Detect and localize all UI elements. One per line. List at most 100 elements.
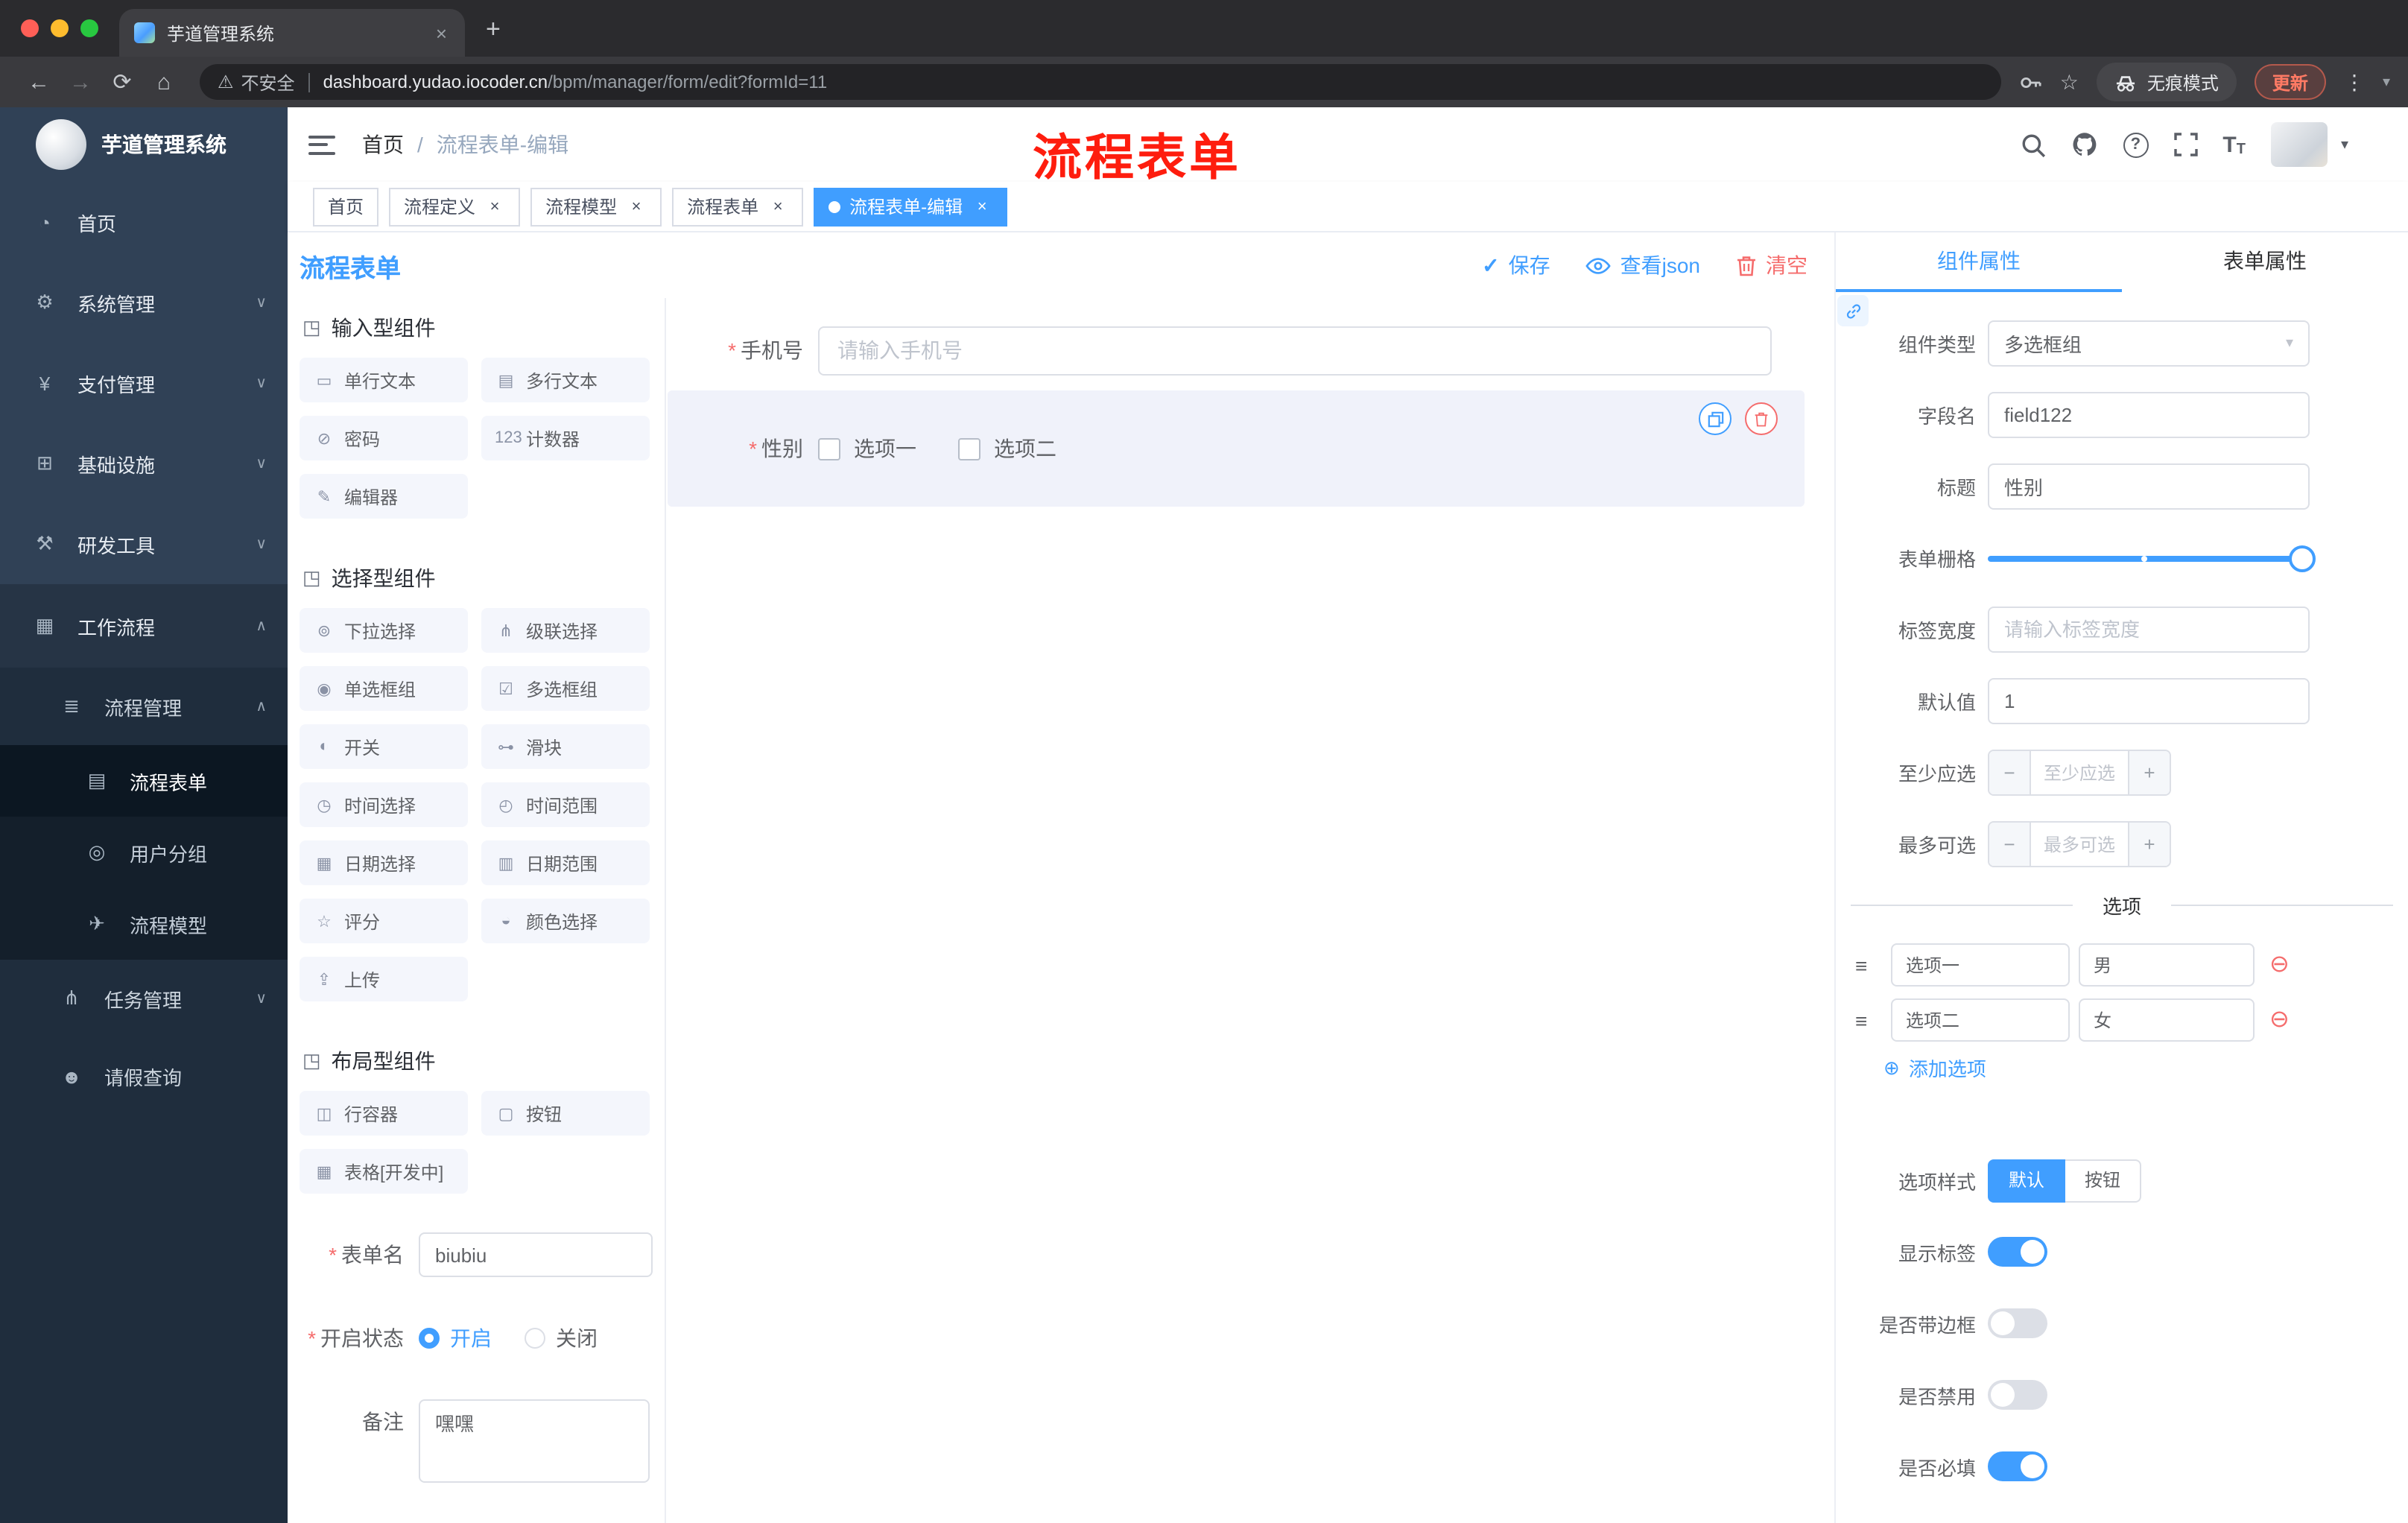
add-option-button[interactable]: ⊕ 添加选项 xyxy=(1883,1054,2408,1082)
sidebar-item-workflow[interactable]: ▦ 工作流程 ∧ xyxy=(0,584,288,668)
disabled-toggle[interactable] xyxy=(1988,1380,2047,1410)
app-logo-row[interactable]: 芋道管理系统 xyxy=(0,107,288,182)
delete-widget-button[interactable] xyxy=(1745,402,1778,435)
stepper-value[interactable]: 最多可选 xyxy=(2031,822,2128,865)
tag-process-model[interactable]: 流程模型 × xyxy=(530,187,662,226)
avatar-caret-icon[interactable]: ▾ xyxy=(2341,136,2348,153)
help-icon[interactable]: ? xyxy=(2123,132,2149,157)
phone-input[interactable] xyxy=(818,326,1772,375)
sidebar-item-devtools[interactable]: ⚒ 研发工具 ∨ xyxy=(0,504,288,584)
chip-color-picker[interactable]: ◒ 颜色选择 xyxy=(481,899,650,943)
tag-home[interactable]: 首页 xyxy=(313,187,379,226)
decrease-button[interactable]: − xyxy=(1989,750,2031,794)
option1-checkbox[interactable] xyxy=(818,437,840,460)
chip-cascader[interactable]: ⋔ 级联选择 xyxy=(481,608,650,653)
title-input[interactable] xyxy=(1988,463,2310,509)
remove-option-icon[interactable]: ⊖ xyxy=(2269,952,2290,977)
drag-handle-icon[interactable]: ≡ xyxy=(1855,953,1879,977)
option1-value-input[interactable] xyxy=(2079,943,2255,987)
address-bar[interactable]: ⚠ 不安全 dashboard.yudao.iocoder.cn/bpm/man… xyxy=(200,64,2002,100)
sidebar-item-infra[interactable]: ⊞ 基础设施 ∨ xyxy=(0,423,288,504)
avatar[interactable] xyxy=(2270,122,2328,167)
breadcrumb-home[interactable]: 首页 xyxy=(362,130,404,159)
stepper-value[interactable]: 至少应选 xyxy=(2031,750,2128,794)
increase-button[interactable]: + xyxy=(2128,750,2170,794)
chip-editor[interactable]: ✎ 编辑器 xyxy=(300,474,468,519)
back-icon[interactable]: ← xyxy=(18,69,60,95)
sidebar-item-process-form[interactable]: ▤ 流程表单 xyxy=(0,745,288,817)
security-warning[interactable]: ⚠ 不安全 xyxy=(218,69,295,95)
tag-process-form[interactable]: 流程表单 × xyxy=(672,187,804,226)
browser-tab[interactable]: 芋道管理系统 × xyxy=(119,9,465,57)
sidebar-item-process-mgmt[interactable]: ≣ 流程管理 ∧ xyxy=(0,668,288,745)
tab-component-props[interactable]: 组件属性 xyxy=(1836,232,2122,292)
tag-process-definition[interactable]: 流程定义 × xyxy=(389,187,521,226)
option1-label-input[interactable] xyxy=(1891,943,2070,987)
chip-password[interactable]: ⊘ 密码 xyxy=(300,416,468,460)
close-icon[interactable]: × xyxy=(626,197,647,215)
option2-checkbox[interactable] xyxy=(958,437,980,460)
increase-button[interactable]: + xyxy=(2128,822,2170,865)
browser-home-icon[interactable]: ⌂ xyxy=(143,69,185,95)
close-icon[interactable]: × xyxy=(484,197,505,215)
style-default-button[interactable]: 默认 xyxy=(1988,1159,2066,1202)
option2-label-input[interactable] xyxy=(1891,998,2070,1042)
chip-button[interactable]: ▢ 按钮 xyxy=(481,1091,650,1136)
show-label-toggle[interactable] xyxy=(1988,1237,2047,1267)
chip-row-container[interactable]: ◫ 行容器 xyxy=(300,1091,468,1136)
tab-form-props[interactable]: 表单属性 xyxy=(2122,232,2408,292)
drag-handle-icon[interactable]: ≡ xyxy=(1855,1008,1879,1032)
form-remark-textarea[interactable]: 嘿嘿 xyxy=(419,1399,650,1483)
style-button-button[interactable]: 按钮 xyxy=(2065,1159,2142,1202)
field-name-input[interactable] xyxy=(1988,391,2310,437)
sidebar-item-process-model[interactable]: ✈ 流程模型 xyxy=(0,888,288,960)
new-tab-button[interactable]: + xyxy=(486,15,501,45)
chip-checkbox-group[interactable]: ☑ 多选框组 xyxy=(481,666,650,711)
option2-value-input[interactable] xyxy=(2079,998,2255,1042)
chip-date-picker[interactable]: ▦ 日期选择 xyxy=(300,840,468,885)
close-icon[interactable]: × xyxy=(767,197,788,215)
chip-time-range[interactable]: ◴ 时间范围 xyxy=(481,782,650,827)
update-button[interactable]: 更新 xyxy=(2254,64,2326,100)
status-on-radio[interactable]: 开启 xyxy=(419,1323,492,1353)
sidebar-item-system[interactable]: ⚙ 系统管理 ∨ xyxy=(0,262,288,343)
view-json-button[interactable]: 查看json xyxy=(1585,250,1700,280)
chip-upload[interactable]: ⇪ 上传 xyxy=(300,957,468,1001)
sidebar-item-payment[interactable]: ¥ 支付管理 ∨ xyxy=(0,343,288,423)
component-type-select[interactable]: 多选框组 ▾ xyxy=(1988,320,2310,366)
hamburger-icon[interactable] xyxy=(308,135,335,154)
copy-widget-button[interactable] xyxy=(1699,402,1731,435)
password-key-icon[interactable] xyxy=(2020,71,2042,93)
fullscreen-icon[interactable] xyxy=(2173,133,2198,156)
browser-menu-icon[interactable]: ⋮ xyxy=(2344,69,2365,95)
slider-handle[interactable] xyxy=(2289,545,2316,572)
label-width-input[interactable] xyxy=(1988,606,2310,652)
required-toggle[interactable] xyxy=(1988,1451,2047,1481)
default-value-input[interactable] xyxy=(1988,677,2310,723)
chip-date-range[interactable]: ▥ 日期范围 xyxy=(481,840,650,885)
border-toggle[interactable] xyxy=(1988,1308,2047,1338)
tab-close-icon[interactable]: × xyxy=(433,22,450,44)
sidebar-item-user-group[interactable]: ◎ 用户分组 xyxy=(0,817,288,888)
chip-single-line-text[interactable]: ▭ 单行文本 xyxy=(300,358,468,402)
save-button[interactable]: ✓ 保存 xyxy=(1482,250,1550,280)
sidebar-item-task-mgmt[interactable]: ⋔ 任务管理 ∨ xyxy=(0,960,288,1037)
chip-rate[interactable]: ☆ 评分 xyxy=(300,899,468,943)
search-icon[interactable] xyxy=(2020,132,2045,157)
forward-icon[interactable]: → xyxy=(60,69,101,95)
chip-slider[interactable]: ⊶ 滑块 xyxy=(481,724,650,769)
chip-dropdown[interactable]: ⊚ 下拉选择 xyxy=(300,608,468,653)
sidebar-item-home[interactable]: ◔ 首页 xyxy=(0,182,288,262)
font-size-icon[interactable]: TT xyxy=(2222,132,2246,157)
github-icon[interactable] xyxy=(2070,131,2097,158)
remove-option-icon[interactable]: ⊖ xyxy=(2269,1007,2290,1032)
window-controls[interactable] xyxy=(21,19,98,37)
chip-radio-group[interactable]: ◉ 单选框组 xyxy=(300,666,468,711)
chip-time-picker[interactable]: ◷ 时间选择 xyxy=(300,782,468,827)
sidebar-item-leave-query[interactable]: ☻ 请假查询 xyxy=(0,1037,288,1115)
bookmark-star-icon[interactable]: ☆ xyxy=(2060,69,2079,95)
chip-table-dev[interactable]: ▦ 表格[开发中] xyxy=(300,1149,468,1194)
chip-switch[interactable]: ◐ 开关 xyxy=(300,724,468,769)
close-window-button[interactable] xyxy=(21,19,39,37)
chip-counter[interactable]: 123 计数器 xyxy=(481,416,650,460)
